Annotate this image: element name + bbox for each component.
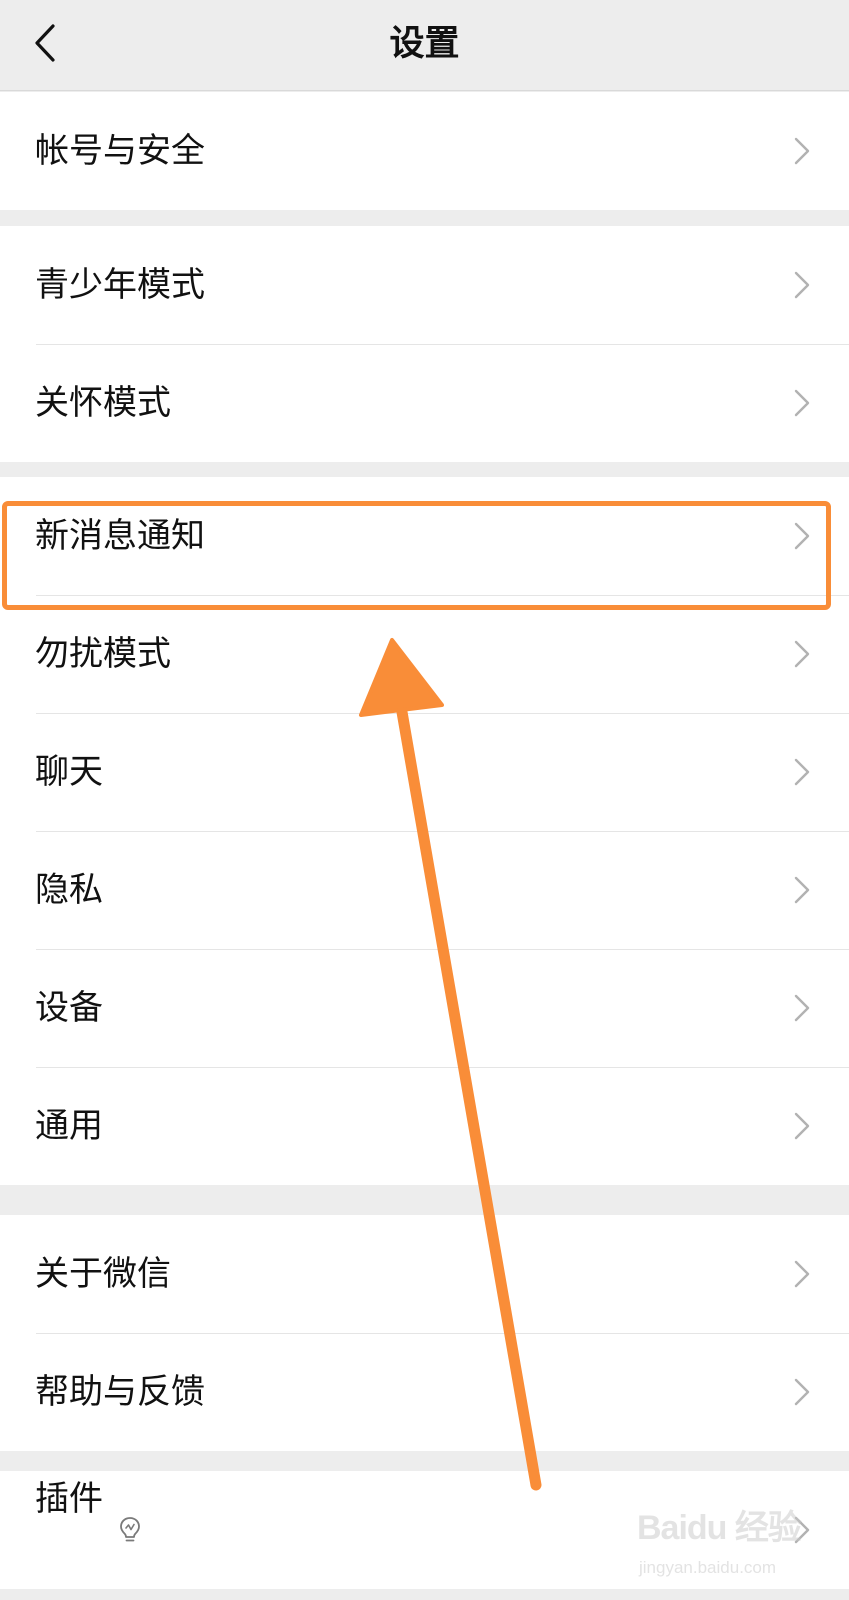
settings-item-about-wechat[interactable]: 关于微信 bbox=[0, 1215, 849, 1333]
settings-item-label: 青少年模式 bbox=[35, 265, 205, 305]
settings-item-help-feedback[interactable]: 帮助与反馈 bbox=[0, 1333, 849, 1451]
settings-item-label: 聊天 bbox=[35, 752, 103, 792]
settings-item-general[interactable]: 通用 bbox=[0, 1067, 849, 1185]
settings-item-label: 关于微信 bbox=[35, 1254, 171, 1294]
chevron-right-icon bbox=[794, 1378, 810, 1406]
settings-group-account: 帐号与安全 bbox=[0, 92, 849, 210]
settings-item-label: 插件 bbox=[35, 1479, 103, 1519]
settings-item-label: 勿扰模式 bbox=[35, 634, 171, 674]
chevron-right-icon bbox=[794, 1112, 810, 1140]
settings-item-label: 隐私 bbox=[35, 870, 103, 910]
settings-item-do-not-disturb[interactable]: 勿扰模式 bbox=[0, 595, 849, 713]
settings-item-devices[interactable]: 设备 bbox=[0, 949, 849, 1067]
settings-group-general: 新消息通知 勿扰模式 聊天 隐私 设备 通用 bbox=[0, 477, 849, 1185]
chevron-right-icon bbox=[794, 640, 810, 668]
chevron-right-icon bbox=[794, 994, 810, 1022]
settings-item-label: 帮助与反馈 bbox=[35, 1372, 205, 1412]
chevron-right-icon bbox=[794, 1260, 810, 1288]
settings-item-chat[interactable]: 聊天 bbox=[0, 713, 849, 831]
page-title: 设置 bbox=[389, 24, 460, 64]
settings-item-label: 帐号与安全 bbox=[35, 131, 205, 171]
settings-group-plugins: 插件 bbox=[0, 1471, 849, 1589]
settings-item-label: 通用 bbox=[35, 1106, 103, 1146]
chevron-right-icon bbox=[794, 271, 810, 299]
settings-group-about: 关于微信 帮助与反馈 bbox=[0, 1215, 849, 1451]
settings-item-label: 关怀模式 bbox=[35, 383, 171, 423]
settings-item-care-mode[interactable]: 关怀模式 bbox=[0, 344, 849, 462]
settings-item-plugins[interactable]: 插件 bbox=[0, 1471, 849, 1589]
chevron-right-icon bbox=[794, 137, 810, 165]
settings-item-label-wrap: 插件 bbox=[35, 1471, 143, 1589]
settings-item-label: 新消息通知 bbox=[35, 516, 205, 556]
settings-item-privacy[interactable]: 隐私 bbox=[0, 831, 849, 949]
chevron-right-icon bbox=[794, 522, 810, 550]
settings-group-modes: 青少年模式 关怀模式 bbox=[0, 226, 849, 462]
settings-item-teen-mode[interactable]: 青少年模式 bbox=[0, 226, 849, 344]
settings-item-label: 设备 bbox=[35, 988, 103, 1028]
lightbulb-icon bbox=[120, 1517, 140, 1542]
settings-item-new-message-notification[interactable]: 新消息通知 bbox=[0, 477, 849, 595]
settings-item-account-security[interactable]: 帐号与安全 bbox=[0, 92, 849, 210]
chevron-right-icon bbox=[794, 389, 810, 417]
chevron-right-icon bbox=[794, 876, 810, 904]
chevron-right-icon bbox=[794, 1516, 810, 1544]
nav-bar: 设置 bbox=[0, 0, 849, 91]
chevron-right-icon bbox=[794, 758, 810, 786]
